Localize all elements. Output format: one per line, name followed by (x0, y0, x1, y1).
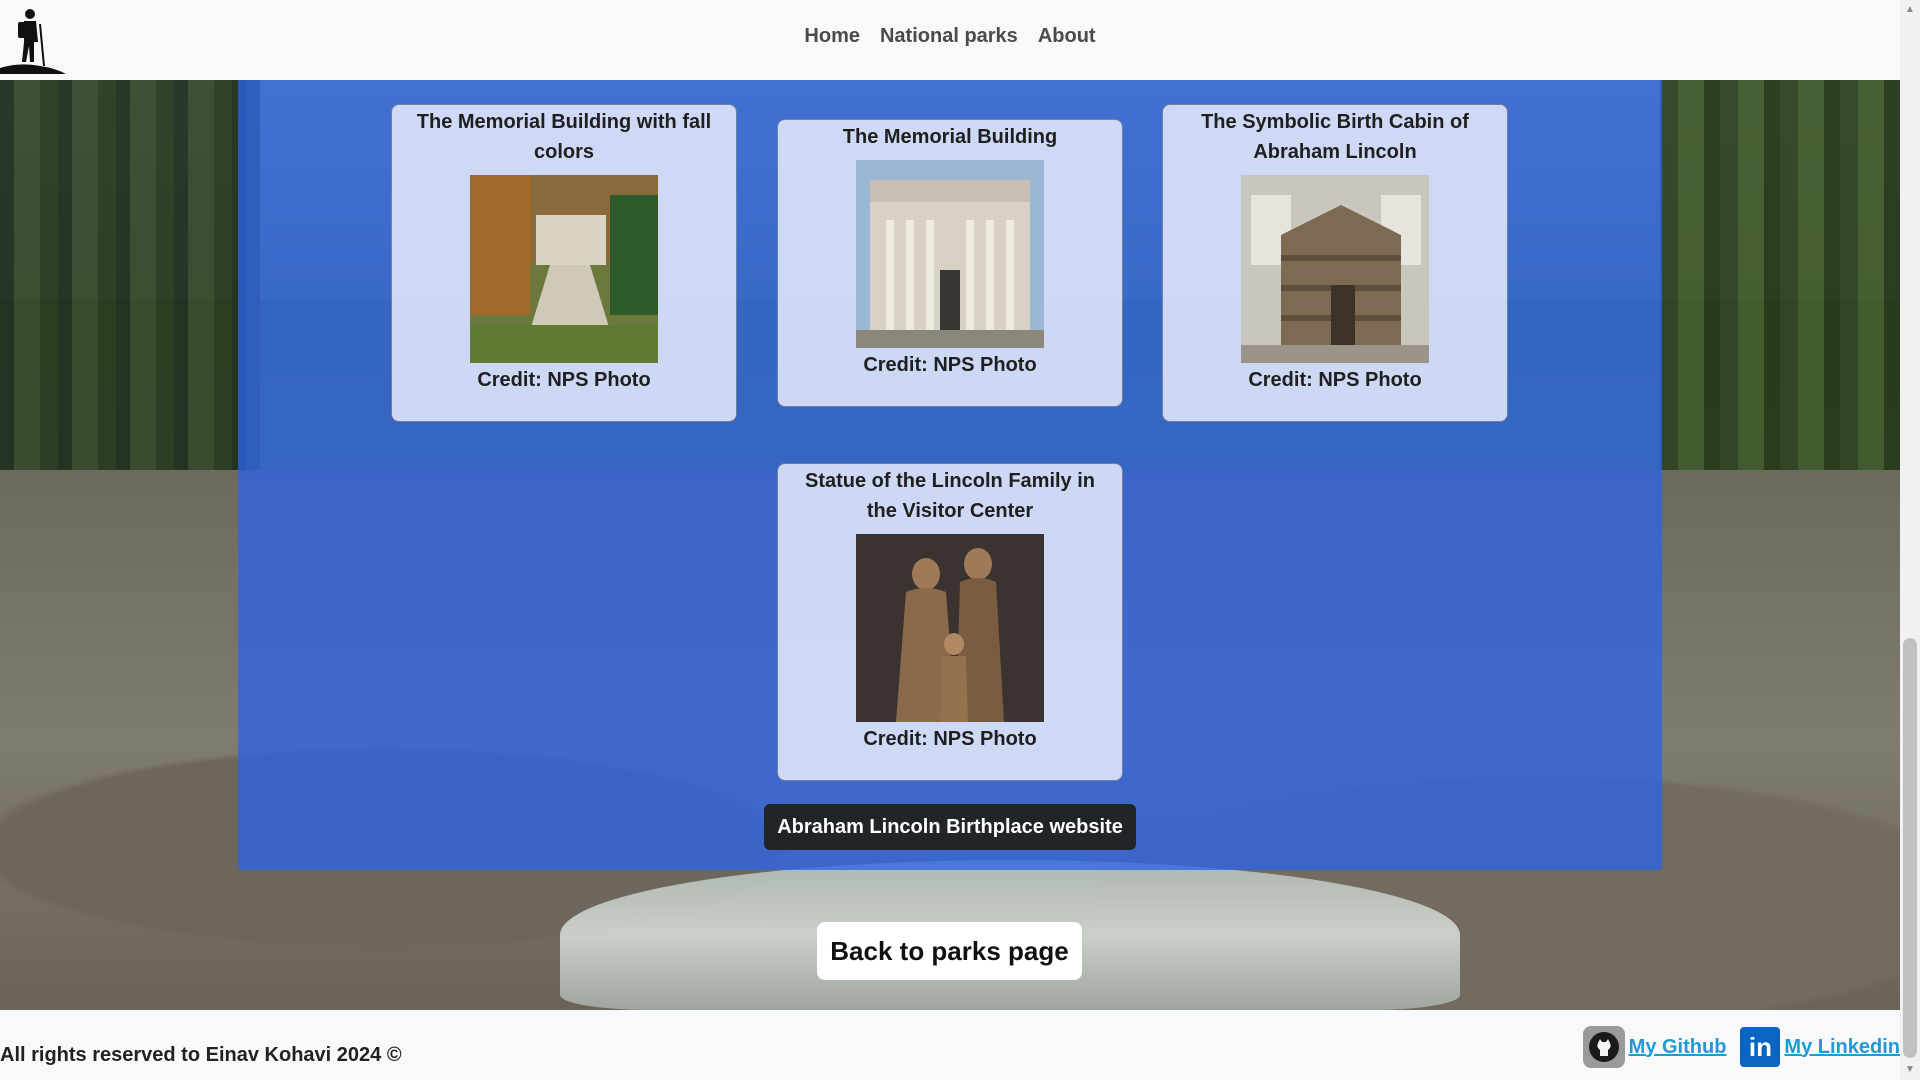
footer: All rights reserved to Einav Kohavi 2024… (0, 1010, 1900, 1080)
scroll-up-arrow-icon[interactable]: ▲ (1904, 4, 1916, 16)
card-title: The Symbolic Birth Cabin of Abraham Linc… (1201, 111, 1469, 163)
nav-about[interactable]: About (1038, 25, 1096, 48)
lincoln-family-statue-photo (856, 534, 1044, 722)
gallery-card: Statue of the Lincoln Family in the Visi… (777, 463, 1123, 781)
nav-home[interactable]: Home (804, 25, 860, 48)
nav-national-parks[interactable]: National parks (880, 25, 1018, 48)
card-credit: Credit: NPS Photo (863, 354, 1037, 376)
copyright-text: All rights reserved to Einav Kohavi 2024… (0, 1044, 402, 1066)
social-links: My Github in My Linkedin (1582, 1026, 1900, 1068)
card-credit: Credit: NPS Photo (477, 369, 651, 391)
linkedin-icon[interactable]: in (1740, 1027, 1781, 1067)
card-title: Statue of the Lincoln Family in the Visi… (804, 470, 1096, 522)
gallery-card: The Memorial Building Credit: NPS Photo (777, 119, 1123, 407)
birth-cabin-photo (1241, 175, 1429, 363)
park-gallery-panel: The Memorial Building with fall colors C… (238, 80, 1662, 870)
memorial-building-fall-photo (470, 175, 658, 363)
navbar: Home National parks About (0, 0, 1900, 80)
linkedin-link[interactable]: My Linkedin (1784, 1036, 1900, 1059)
card-title: The Memorial Building with fall colors (416, 111, 712, 163)
gallery-card: The Symbolic Birth Cabin of Abraham Linc… (1162, 104, 1508, 422)
card-title: The Memorial Building (842, 126, 1058, 148)
scroll-thumb[interactable] (1903, 638, 1917, 1058)
park-website-button[interactable]: Abraham Lincoln Birthplace website (764, 804, 1136, 850)
nav-links: Home National parks About (804, 25, 1095, 48)
card-credit: Credit: NPS Photo (863, 728, 1037, 750)
back-to-parks-button[interactable]: Back to parks page (817, 922, 1082, 980)
scroll-down-arrow-icon[interactable]: ▼ (1904, 1064, 1916, 1076)
background-forest-left (0, 60, 260, 540)
gallery-card: The Memorial Building with fall colors C… (391, 104, 737, 422)
github-link[interactable]: My Github (1629, 1036, 1727, 1059)
card-credit: Credit: NPS Photo (1248, 369, 1422, 391)
github-icon[interactable] (1582, 1026, 1625, 1068)
hiker-logo-icon[interactable] (0, 4, 66, 76)
memorial-building-photo (856, 160, 1044, 348)
scrollbar[interactable]: ▲ ▼ (1900, 0, 1920, 1080)
